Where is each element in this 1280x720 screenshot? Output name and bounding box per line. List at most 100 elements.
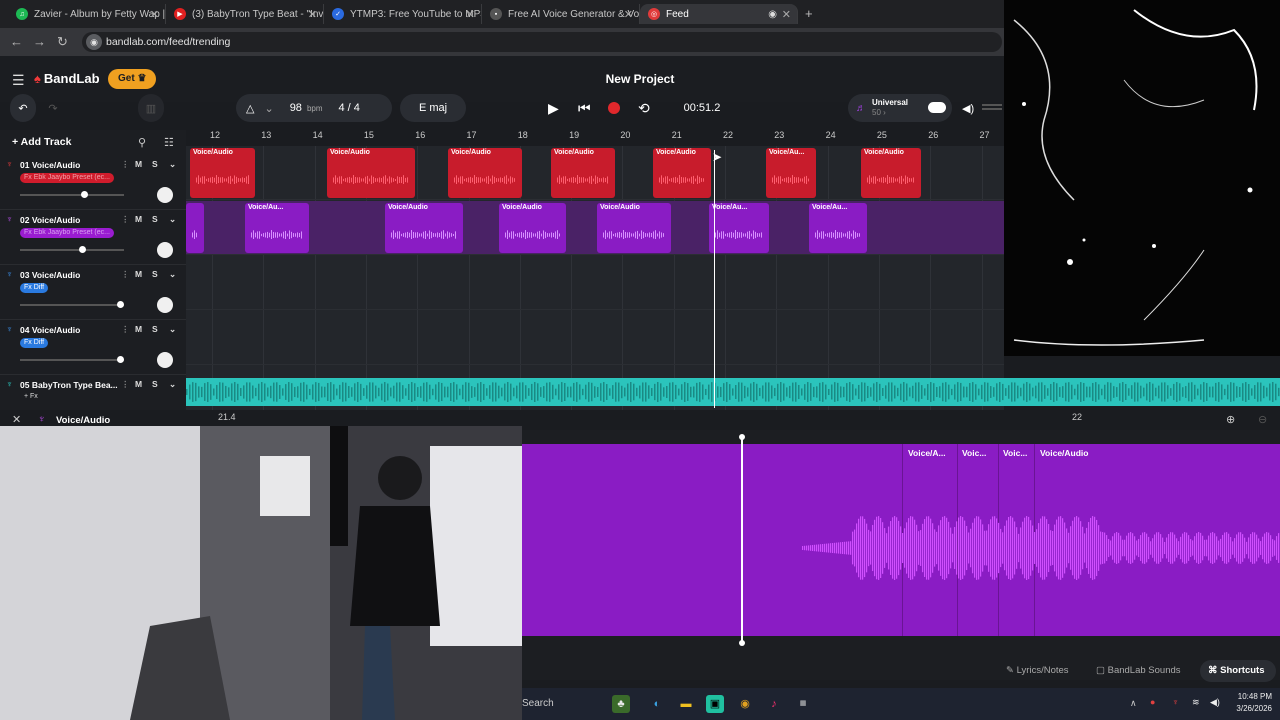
- fx-preset-badge[interactable]: Fx Diff: [20, 283, 49, 293]
- chevron-down-icon[interactable]: ⌄: [169, 214, 176, 225]
- taskbar-search[interactable]: Search: [522, 694, 602, 714]
- reload-icon[interactable]: ↻: [57, 34, 68, 50]
- track-name[interactable]: 01 Voice/Audio: [20, 160, 80, 170]
- volume-slider[interactable]: [20, 356, 124, 363]
- audio-clip[interactable]: Voice/Au...: [709, 203, 769, 253]
- audio-clip[interactable]: Voice/Audio: [861, 148, 921, 198]
- menu-icon[interactable]: ☰: [12, 72, 25, 89]
- back-icon[interactable]: ←: [10, 34, 23, 49]
- beat-track-clip[interactable]: [186, 378, 1280, 406]
- chevron-down-icon[interactable]: ⌄: [169, 159, 176, 170]
- close-tab-icon[interactable]: ✕: [782, 8, 791, 21]
- chrome-icon[interactable]: ◉: [736, 695, 754, 713]
- chevron-down-icon[interactable]: ⌄: [264, 102, 273, 115]
- audio-editor[interactable]: Voice/A... Voic... Voic... Voice/Audio: [522, 430, 1280, 680]
- fx-preset-badge[interactable]: Fx Ebk Jaaybo Preset (ec...: [20, 173, 114, 183]
- bandlab-logo[interactable]: ♠ BandLab: [34, 71, 100, 86]
- volume-icon[interactable]: ◀): [962, 102, 974, 115]
- bandlab-sounds-button[interactable]: ▢ BandLab Sounds: [1096, 660, 1181, 682]
- arrangement-lanes[interactable]: Voice/Audio Voice/Audio Voice/Audio Voice/A…: [186, 146, 1004, 410]
- volume-thumb[interactable]: [117, 356, 124, 363]
- close-editor-icon[interactable]: ✕: [12, 413, 21, 426]
- add-track-button[interactable]: + Add Track: [12, 136, 71, 148]
- timeline-ruler[interactable]: 12 13 14 15 16 17 18 19 20 21 22 23 24 25 26 27: [186, 130, 1004, 144]
- mute-button[interactable]: M: [135, 324, 142, 334]
- get-membership-button[interactable]: Get ♛: [108, 69, 157, 89]
- time-signature[interactable]: 4 / 4: [339, 102, 360, 114]
- tray-app-icon[interactable]: ●: [1150, 697, 1155, 707]
- add-fx-button[interactable]: + Fx: [20, 392, 42, 402]
- speaker-icon[interactable]: ◀): [1210, 697, 1220, 708]
- mute-button[interactable]: M: [135, 269, 142, 279]
- solo-button[interactable]: S: [152, 159, 158, 169]
- track-menu-icon[interactable]: ⋮: [121, 214, 130, 225]
- skip-to-start-icon[interactable]: ⏮: [578, 100, 591, 117]
- play-icon[interactable]: ▶: [548, 100, 559, 117]
- piano-button[interactable]: ▥: [138, 94, 164, 122]
- audio-clip[interactable]: Voice/Au...: [245, 203, 309, 253]
- widgets-icon[interactable]: ♣: [612, 695, 630, 713]
- volume-slider[interactable]: [20, 246, 124, 253]
- browser-tab-3[interactable]: ✓ YTMP3: Free YouTube to MP3 C ✕: [324, 4, 482, 24]
- app-icon[interactable]: ▦: [794, 695, 812, 713]
- mute-button[interactable]: M: [135, 214, 142, 224]
- key-selector[interactable]: E maj: [400, 94, 466, 122]
- pan-knob[interactable]: [157, 242, 173, 258]
- fx-preset-badge[interactable]: Fx Ebk Jaaybo Preset (ec...: [20, 228, 114, 238]
- editor-clip-region[interactable]: Voice/A... Voic... Voic... Voice/Audio: [522, 444, 1280, 636]
- tray-overflow-icon[interactable]: ∧: [1130, 698, 1137, 709]
- edge-icon[interactable]: ◐: [648, 695, 666, 713]
- playhead-handle-top[interactable]: [739, 434, 745, 440]
- audio-clip[interactable]: Voice/Audio: [499, 203, 566, 253]
- solo-button[interactable]: S: [152, 269, 158, 279]
- pan-knob[interactable]: [157, 352, 173, 368]
- close-tab-icon[interactable]: ✕: [308, 8, 317, 21]
- record-icon[interactable]: [608, 102, 620, 114]
- track-name[interactable]: 05 BabyTron Type Bea...: [20, 380, 118, 390]
- close-tab-icon[interactable]: ✕: [150, 8, 159, 21]
- track-name[interactable]: 02 Voice/Audio: [20, 215, 80, 225]
- track-menu-icon[interactable]: ⋮: [121, 269, 130, 280]
- undo-button[interactable]: ↶: [10, 94, 36, 122]
- loop-icon[interactable]: ⟲: [638, 100, 650, 117]
- track-header-3[interactable]: ♆ 03 Voice/Audio ⋮ M S ⌄ Fx Diff: [0, 266, 186, 320]
- volume-thumb[interactable]: [117, 301, 124, 308]
- zoom-in-icon[interactable]: ⊕: [1226, 413, 1235, 426]
- wifi-icon[interactable]: ≋: [1192, 697, 1200, 708]
- tiktok-icon[interactable]: ♪: [765, 695, 783, 713]
- browser-tab-5[interactable]: ◎ Feed ◉ ✕: [640, 4, 798, 24]
- browser-tab-2[interactable]: ▶ (3) BabyTron Type Beat - "Invas ✕: [166, 4, 324, 24]
- site-info-icon[interactable]: ◉: [86, 34, 102, 50]
- url-field[interactable]: ◉ bandlab.com/feed/trending: [82, 32, 1002, 52]
- lane-3[interactable]: [186, 256, 1004, 310]
- redo-button[interactable]: ↷: [40, 94, 66, 122]
- file-explorer-icon[interactable]: ▬: [677, 695, 695, 713]
- forward-icon[interactable]: →: [33, 34, 46, 49]
- track-menu-icon[interactable]: ⋮: [121, 324, 130, 335]
- chevron-down-icon[interactable]: ⌄: [169, 324, 176, 335]
- audio-clip[interactable]: Voice/Audio: [653, 148, 711, 198]
- instrument-selector[interactable]: ♬ Universal 50 ›: [848, 94, 952, 122]
- volume-thumb[interactable]: [79, 246, 86, 253]
- playhead-handle-bottom[interactable]: [739, 640, 745, 646]
- lane-4[interactable]: [186, 311, 1004, 365]
- track-header-4[interactable]: ♆ 04 Voice/Audio ⋮ M S ⌄ Fx Diff: [0, 321, 186, 375]
- bpm-value[interactable]: 98: [290, 102, 302, 114]
- track-header-1[interactable]: ♆ 01 Voice/Audio ⋮ M S ⌄ Fx Ebk Jaaybo P…: [0, 156, 186, 210]
- volume-slider[interactable]: [20, 301, 124, 308]
- clock[interactable]: 10:48 PM 3/26/2026: [1236, 691, 1272, 715]
- audio-clip[interactable]: Voice/Audio: [327, 148, 415, 198]
- chevron-down-icon[interactable]: ⌄: [169, 379, 176, 390]
- pan-knob[interactable]: [157, 187, 173, 203]
- audio-clip[interactable]: Voice/Au...: [766, 148, 816, 198]
- solo-button[interactable]: S: [152, 379, 158, 389]
- track-menu-icon[interactable]: ⋮: [121, 379, 130, 390]
- track-header-5[interactable]: ♆ 05 BabyTron Type Bea... ⋮ M S ⌄ + Fx: [0, 376, 186, 406]
- fx-preset-badge[interactable]: Fx Diff: [20, 338, 49, 348]
- automation-icon[interactable]: ⚲: [138, 136, 146, 149]
- audio-clip[interactable]: Voice/Au...: [809, 203, 867, 253]
- editor-playhead[interactable]: [739, 434, 745, 646]
- lyrics-notes-button[interactable]: ✎ Lyrics/Notes: [1006, 660, 1069, 682]
- audio-clip[interactable]: Voice/Audio: [385, 203, 463, 253]
- zoom-out-icon[interactable]: ⊖: [1258, 413, 1267, 426]
